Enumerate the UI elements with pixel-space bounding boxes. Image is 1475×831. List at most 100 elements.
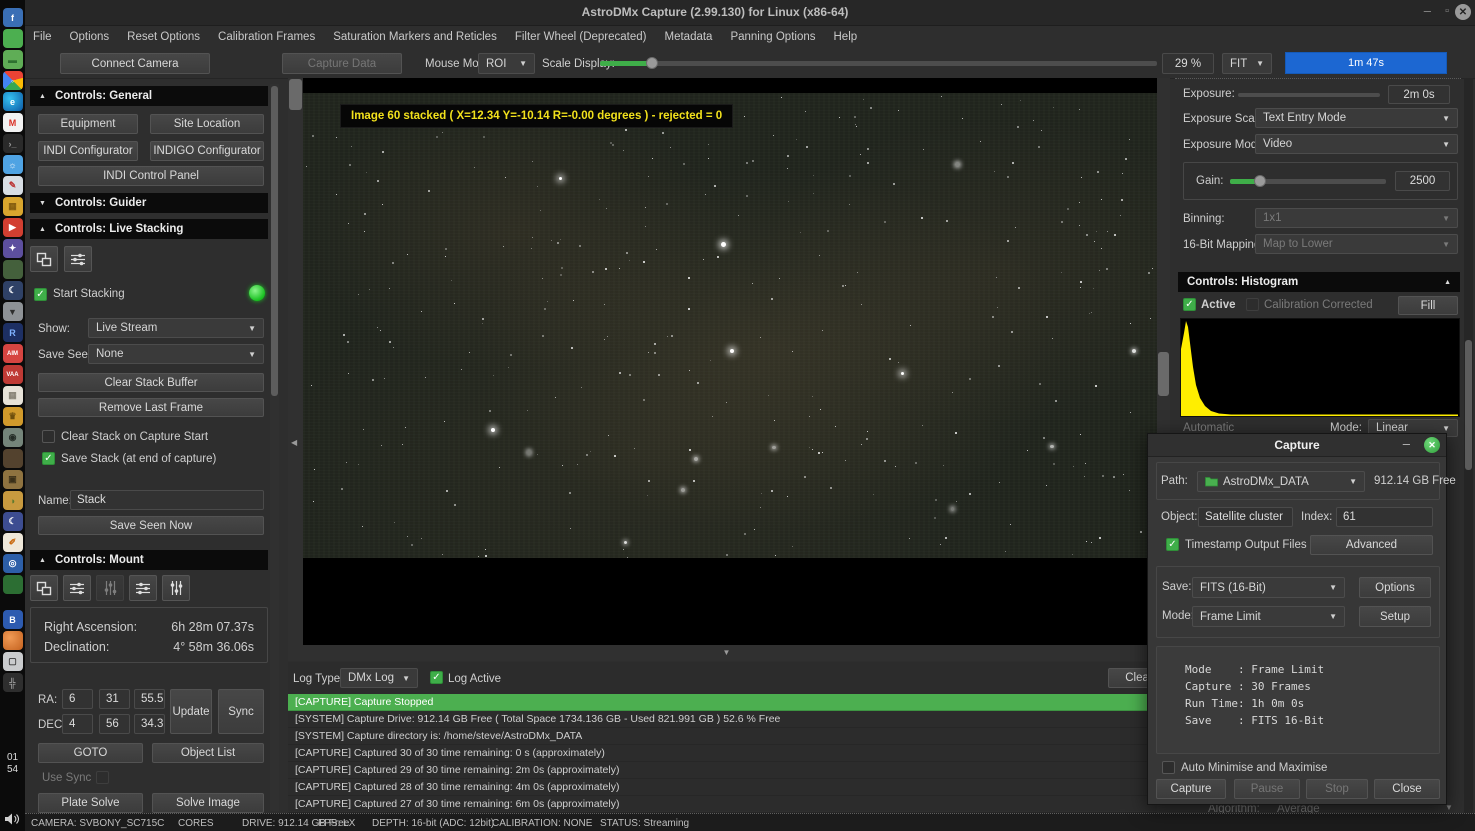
gain-value-input[interactable]: 2500 (1395, 171, 1450, 191)
dialog-close-button[interactable]: ✕ (1424, 437, 1440, 453)
camera-panel-scrollbar[interactable] (1464, 78, 1473, 813)
mount-hsliders2-icon[interactable] (129, 575, 157, 601)
exposure-scale-select[interactable]: Text Entry Mode▼ (1255, 108, 1458, 128)
plate-solve-button[interactable]: Plate Solve (38, 793, 143, 813)
section-controls-live-stacking[interactable]: ▲Controls: Live Stacking (30, 219, 268, 239)
chrome-icon[interactable]: ◦ (3, 71, 23, 90)
log-row[interactable]: [CAPTURE] Captured 27 of 30 time remaini… (288, 796, 1157, 813)
equipment-button[interactable]: Equipment (38, 114, 138, 134)
weather-icon[interactable]: ☼ (3, 155, 23, 174)
capture-dialog-titlebar[interactable]: Capture – ✕ (1148, 434, 1446, 457)
gold-frame-icon[interactable]: ▣ (3, 470, 23, 489)
log-type-select[interactable]: DMx Log▼ (340, 668, 418, 688)
histogram-fill-button[interactable]: Fill (1398, 296, 1458, 315)
save-stack-checkbox[interactable]: ✓ (42, 452, 55, 465)
options-button[interactable]: Options (1359, 577, 1431, 598)
save-seen-select[interactable]: None▼ (88, 344, 264, 364)
close-button[interactable]: ✕ (1455, 4, 1471, 20)
dec-d-input[interactable]: 4 (62, 714, 93, 734)
goto-button[interactable]: GOTO (38, 743, 143, 763)
edge-icon[interactable]: e (3, 92, 23, 111)
log-row[interactable]: [CAPTURE] Captured 30 of 30 time remaini… (288, 745, 1157, 762)
blue-camera-icon[interactable]: ◎ (3, 554, 23, 573)
minimize-button[interactable]: – (1424, 3, 1431, 18)
mouse-mode-select[interactable]: ROI▼ (478, 53, 535, 74)
index-input[interactable]: 61 (1336, 507, 1433, 527)
forest-photo-icon[interactable] (3, 260, 23, 279)
stacking-settings-icon[interactable] (64, 246, 92, 272)
orange-sphere-icon[interactable] (3, 631, 23, 650)
night-sky-icon[interactable]: ☾ (3, 281, 23, 300)
gmail-icon[interactable]: M (3, 113, 23, 132)
capture-mode-select[interactable]: Frame Limit▼ (1192, 606, 1345, 627)
menu-options[interactable]: Options (70, 31, 110, 43)
log-active-checkbox[interactable]: ✓ (430, 671, 443, 684)
astro-tool-icon[interactable]: ✦ (3, 239, 23, 258)
pan-left-icon[interactable]: ◀ (291, 438, 297, 447)
notes-icon[interactable]: ✐ (3, 533, 23, 552)
crown-app-icon[interactable]: ♛ (3, 407, 23, 426)
dec-s-input[interactable]: 34.3 (134, 714, 165, 734)
close-dialog-button[interactable]: Close (1374, 779, 1440, 799)
connect-camera-button[interactable]: Connect Camera (60, 53, 210, 74)
network-tree-icon[interactable]: ╬ (3, 673, 23, 692)
ra-m-input[interactable]: 31 (99, 689, 130, 709)
exposure-slider[interactable] (1238, 93, 1380, 97)
menu-file[interactable]: File (33, 31, 52, 43)
dialog-minimize-button[interactable]: – (1403, 436, 1410, 451)
indi-configurator-button[interactable]: INDI Configurator (38, 141, 138, 161)
sidebar-scrollbar-thumb[interactable] (271, 86, 278, 396)
files-folder-icon[interactable]: ▬ (3, 50, 23, 69)
site-location-button[interactable]: Site Location (150, 114, 264, 134)
photos-collage-icon[interactable]: ▦ (3, 197, 23, 216)
gain-slider[interactable] (1230, 179, 1386, 184)
path-select[interactable]: AstroDMx_DATA▼ (1197, 471, 1365, 492)
stack-frames-icon[interactable] (30, 246, 58, 272)
starfield[interactable] (303, 93, 1157, 558)
section-controls-general[interactable]: ▲Controls: General (30, 86, 268, 106)
palette-icon[interactable]: ◑ (3, 491, 23, 510)
sync-button[interactable]: Sync (218, 689, 264, 734)
save-format-select[interactable]: FITS (16-Bit)▼ (1192, 577, 1345, 598)
viewer-vscroll-right-thumb[interactable] (1158, 352, 1169, 396)
spreadsheet-icon[interactable]: ▦ (3, 386, 23, 405)
green-photo-icon[interactable] (3, 575, 23, 594)
fit-select[interactable]: FIT▼ (1222, 53, 1272, 74)
owl-art-icon[interactable] (3, 449, 23, 468)
dec-m-input[interactable]: 56 (99, 714, 130, 734)
log-row[interactable]: [CAPTURE] Captured 28 of 30 time remaini… (288, 779, 1157, 796)
log-row[interactable]: [SYSTEM] Capture directory is: /home/ste… (288, 728, 1157, 745)
viewer-hscrollbar[interactable]: ▼ (288, 645, 1157, 661)
video-player-icon[interactable]: ▶ (3, 218, 23, 237)
ra-s-input[interactable]: 55.5 (134, 689, 165, 709)
registax-icon[interactable]: R (3, 323, 23, 342)
volume-icon[interactable] (4, 812, 20, 831)
capture-button[interactable]: Capture (1156, 779, 1226, 799)
save-seen-now-button[interactable]: Save Seen Now (38, 516, 264, 535)
mount-hsliders-icon[interactable] (63, 575, 91, 601)
log-row[interactable]: [CAPTURE] Captured 29 of 30 time remaini… (288, 762, 1157, 779)
menu-filter-wheel[interactable]: Filter Wheel (Deprecated) (515, 31, 647, 43)
section-controls-guider[interactable]: ▼Controls: Guider (30, 193, 268, 213)
remove-last-frame-button[interactable]: Remove Last Frame (38, 398, 264, 417)
solve-image-button[interactable]: Solve Image (152, 793, 264, 813)
show-select[interactable]: Live Stream▼ (88, 318, 264, 338)
bluetooth-icon[interactable]: B (3, 610, 23, 629)
viewer-vscroll-thumb[interactable] (289, 79, 302, 110)
blue-moon-icon[interactable]: ☾ (3, 512, 23, 531)
advanced-button[interactable]: Advanced (1310, 535, 1433, 555)
display-app-icon[interactable]: ▢ (3, 652, 23, 671)
tuxpaint-icon[interactable]: ✎ (3, 176, 23, 195)
viewer-vscrollbar-left[interactable]: ◀ (288, 78, 303, 645)
update-button[interactable]: Update (170, 689, 212, 734)
menu-calibration-frames[interactable]: Calibration Frames (218, 31, 315, 43)
timestamp-checkbox[interactable]: ✓ (1166, 538, 1179, 551)
log-row[interactable]: [CAPTURE] Capture Stopped (288, 694, 1157, 711)
start-stacking-checkbox[interactable]: ✓ (34, 288, 47, 301)
menu-saturation-markers[interactable]: Saturation Markers and Reticles (333, 31, 497, 43)
setup-button[interactable]: Setup (1359, 606, 1431, 627)
object-list-button[interactable]: Object List (152, 743, 264, 763)
gain-slider-handle[interactable] (1254, 175, 1266, 187)
aim-icon[interactable]: AIM (3, 344, 23, 363)
histogram-active-checkbox[interactable]: ✓ (1183, 298, 1196, 311)
